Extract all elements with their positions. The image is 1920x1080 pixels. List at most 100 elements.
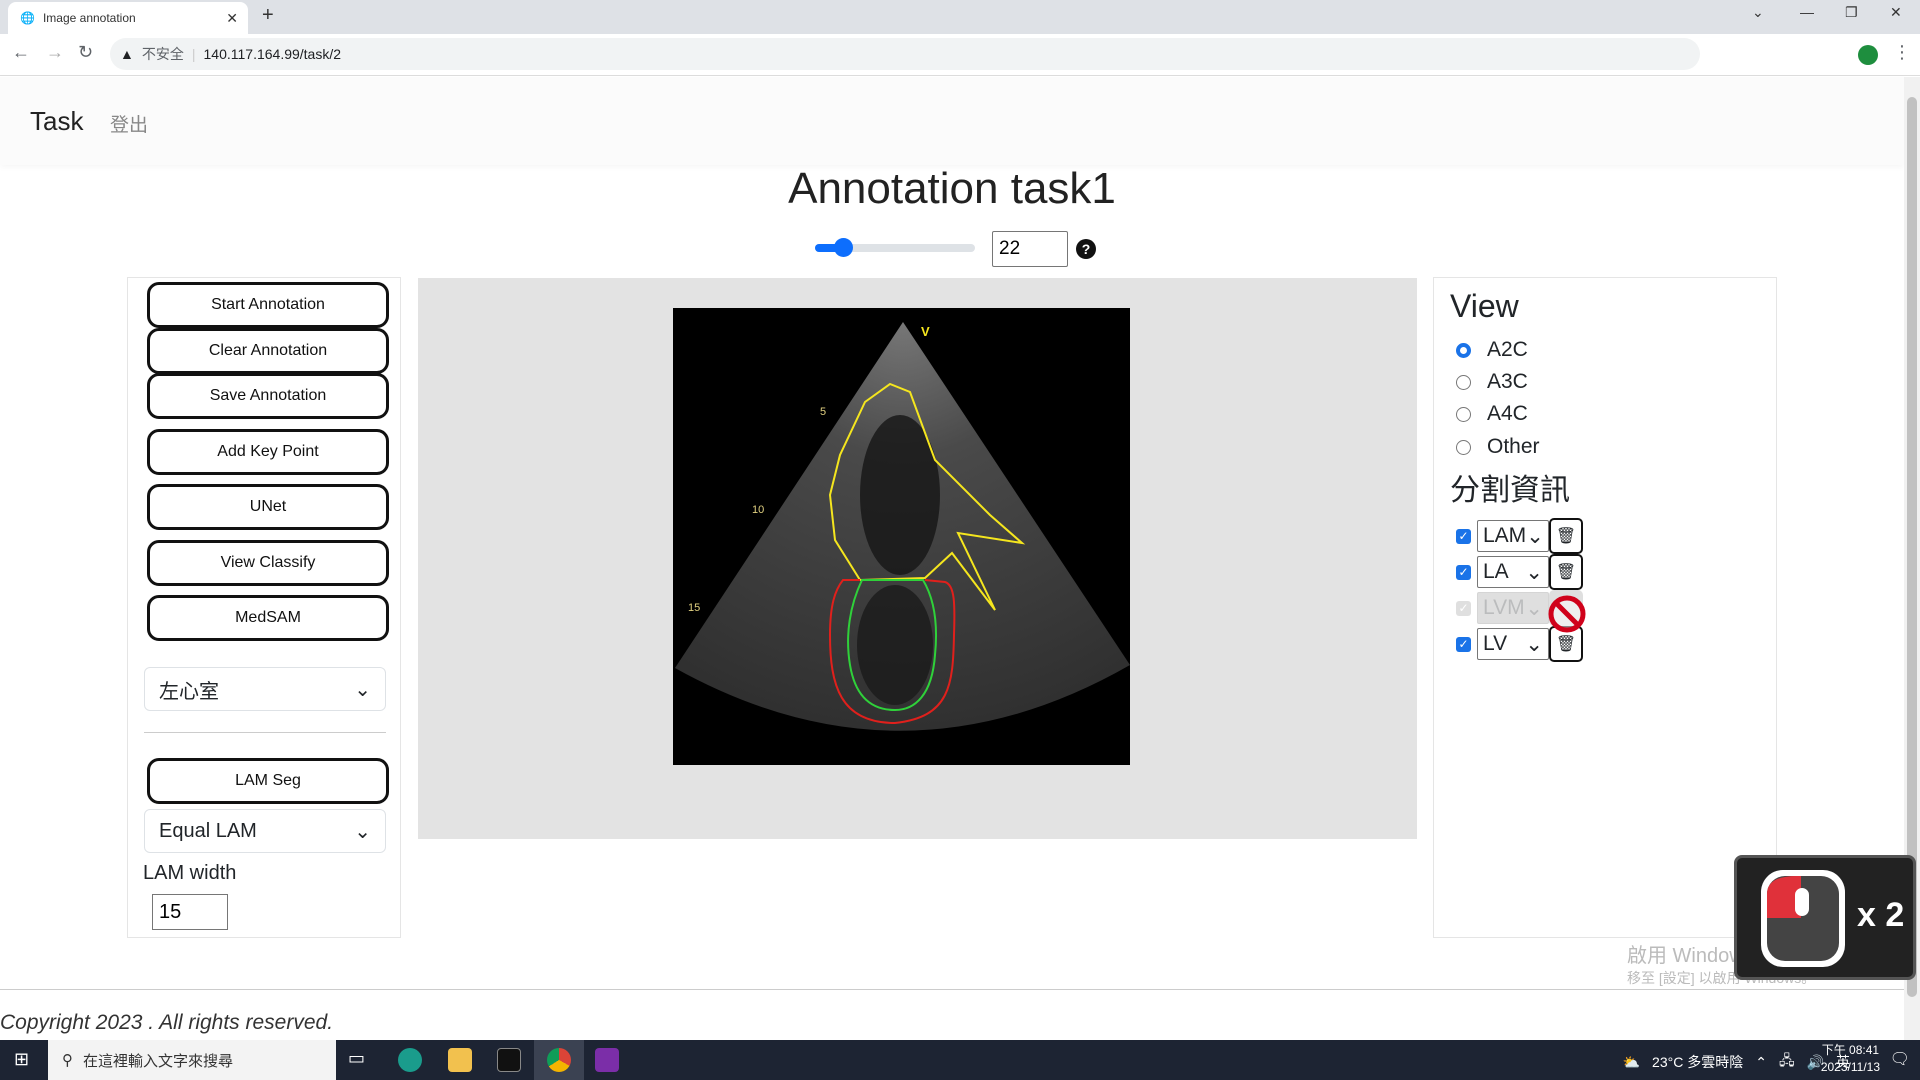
navbar-brand[interactable]: Task (30, 106, 83, 137)
slider-thumb[interactable] (833, 238, 853, 257)
system-tray: ⛅ 23°C 多雲時陰 ⌃ 🖧 🔊 英 (1623, 1050, 1850, 1074)
new-tab-button[interactable]: + (262, 4, 274, 27)
help-icon[interactable]: ? (1076, 239, 1096, 259)
view-radio-a4c[interactable]: A4C (1456, 402, 1528, 426)
network-icon[interactable]: 🖧 (1779, 1050, 1795, 1074)
lam-width-input[interactable] (152, 894, 228, 930)
browser-tab-bar: 🌐 Image annotation ✕ + ⌄ — ❐ ✕ (0, 0, 1920, 34)
segment-checkbox[interactable]: ✓ (1456, 636, 1471, 652)
reload-icon[interactable]: ↻ (78, 42, 93, 63)
mouse-left-click-icon (1761, 870, 1845, 967)
task-view-icon[interactable]: ▭ (348, 1048, 372, 1072)
footer-divider (0, 989, 1904, 990)
url-text[interactable]: 140.117.164.99/task/2 (204, 46, 342, 62)
save-annotation-button[interactable]: Save Annotation (147, 373, 389, 419)
close-window-button[interactable]: ✕ (1890, 4, 1902, 21)
mouse-click-overlay: x 2 (1734, 855, 1916, 980)
chevron-down-icon: ⌄ (1525, 632, 1543, 656)
chrome-taskbar-active[interactable] (534, 1040, 584, 1080)
security-label: 不安全 (141, 46, 184, 62)
frame-slider[interactable] (815, 238, 975, 257)
radio-checked[interactable] (1456, 342, 1471, 358)
segment-label: LA (1483, 560, 1509, 583)
radio-label: A3C (1487, 370, 1528, 393)
clear-annotation-button[interactable]: Clear Annotation (147, 328, 389, 374)
depth-label: 10 (752, 504, 764, 516)
taskbar-search[interactable]: ⚲ 在這裡輸入文字來搜尋 (48, 1040, 336, 1080)
chevron-down-icon: ⌄ (1526, 524, 1544, 548)
delete-segment-button[interactable]: 🗑 (1549, 518, 1583, 554)
not-allowed-cursor-icon (1548, 595, 1586, 633)
view-radio-a3c[interactable]: A3C (1456, 370, 1528, 394)
segment-select[interactable]: LAM ⌄ (1477, 520, 1549, 552)
navbar: Task 登出 (0, 77, 1904, 165)
restore-button[interactable]: ❐ (1845, 4, 1858, 21)
terminal-icon[interactable] (497, 1048, 521, 1072)
tab-search-icon[interactable]: ⌄ (1752, 4, 1764, 21)
depth-label: 15 (688, 602, 700, 614)
notifications-icon[interactable]: 🗨 (1890, 1049, 1910, 1069)
segment-label: LVM (1483, 596, 1525, 619)
trash-icon: 🗑 (1555, 528, 1577, 545)
segment-select[interactable]: LV ⌄ (1477, 628, 1549, 660)
weather-text[interactable]: 23°C 多雲時陰 (1652, 1052, 1743, 1072)
tools-panel: Start Annotation Clear Annotation Save A… (127, 277, 401, 938)
chrome-icon (547, 1048, 571, 1072)
click-count: x 2 (1857, 896, 1905, 934)
minimize-button[interactable]: — (1800, 4, 1814, 20)
segment-checkbox[interactable]: ✓ (1456, 564, 1471, 580)
profile-avatar[interactable] (1858, 45, 1878, 65)
windows-taskbar: ⊞ ⚲ 在這裡輸入文字來搜尋 ▭ ⛅ 23°C 多雲時陰 ⌃ 🖧 🔊 英 下午 08:41 2… (0, 1040, 1920, 1080)
lam-width-label: LAM width (143, 862, 237, 884)
segment-select[interactable]: LA ⌄ (1477, 556, 1549, 588)
chevron-down-icon: ⌄ (1525, 596, 1543, 620)
forward-icon[interactable]: → (46, 42, 64, 63)
menu-icon[interactable]: ⋮ (1893, 42, 1911, 63)
search-placeholder: 在這裡輸入文字來搜尋 (83, 1052, 234, 1070)
lam-seg-button[interactable]: LAM Seg (147, 758, 389, 804)
start-annotation-button[interactable]: Start Annotation (147, 282, 389, 328)
warning-icon: ▲ (120, 46, 134, 62)
chamber-select[interactable]: 左心室 ⌄ (144, 667, 386, 711)
date: 2023/11/13 (1820, 1060, 1880, 1074)
frame-number-input[interactable] (992, 231, 1068, 267)
divider (144, 732, 386, 733)
file-explorer-icon[interactable] (448, 1048, 472, 1072)
edge-icon[interactable] (398, 1048, 422, 1072)
tab-title: Image annotation (42, 11, 136, 25)
close-tab-icon[interactable]: ✕ (226, 10, 238, 27)
medsam-button[interactable]: MedSAM (147, 595, 389, 641)
app-icon[interactable] (595, 1048, 619, 1072)
radio-unchecked[interactable] (1456, 374, 1471, 390)
logout-link[interactable]: 登出 (110, 110, 148, 137)
add-key-point-button[interactable]: Add Key Point (147, 429, 389, 475)
orientation-marker: V (921, 324, 930, 339)
radio-label: A2C (1487, 338, 1528, 361)
lam-mode-select[interactable]: Equal LAM ⌄ (144, 809, 386, 853)
segment-checkbox[interactable]: ✓ (1456, 528, 1471, 544)
lam-mode-value: Equal LAM (159, 819, 257, 842)
back-icon[interactable]: ← (12, 42, 30, 63)
view-classify-button[interactable]: View Classify (147, 540, 389, 586)
search-icon: ⚲ (62, 1052, 73, 1069)
radio-unchecked[interactable] (1456, 406, 1471, 422)
tray-chevron-icon[interactable]: ⌃ (1755, 1054, 1767, 1071)
browser-tab[interactable]: 🌐 Image annotation ✕ (8, 2, 248, 34)
radio-unchecked[interactable] (1456, 439, 1471, 455)
segment-row-la: ✓ LA ⌄ 🗑 (1456, 554, 1583, 590)
view-radio-a2c[interactable]: A2C (1456, 338, 1528, 362)
unet-button[interactable]: UNet (147, 484, 389, 530)
view-heading: View (1450, 288, 1519, 324)
segment-label: LAM (1483, 524, 1527, 547)
trash-icon: 🗑 (1555, 636, 1577, 653)
clock[interactable]: 下午 08:41 2023/11/13 (1821, 1042, 1880, 1076)
view-radio-other[interactable]: Other (1456, 435, 1540, 459)
chevron-down-icon: ⌄ (354, 820, 371, 843)
segment-select: LVM ⌄ (1477, 592, 1549, 624)
windows-start-icon[interactable]: ⊞ (14, 1049, 29, 1070)
weather-icon[interactable]: ⛅ (1623, 1054, 1640, 1071)
chevron-down-icon: ⌄ (354, 678, 371, 701)
delete-segment-button[interactable]: 🗑 (1549, 554, 1583, 590)
echo-image[interactable]: 5 10 15 V (670, 305, 1135, 770)
url-bar[interactable]: ▲ 不安全 | 140.117.164.99/task/2 (110, 38, 1700, 70)
